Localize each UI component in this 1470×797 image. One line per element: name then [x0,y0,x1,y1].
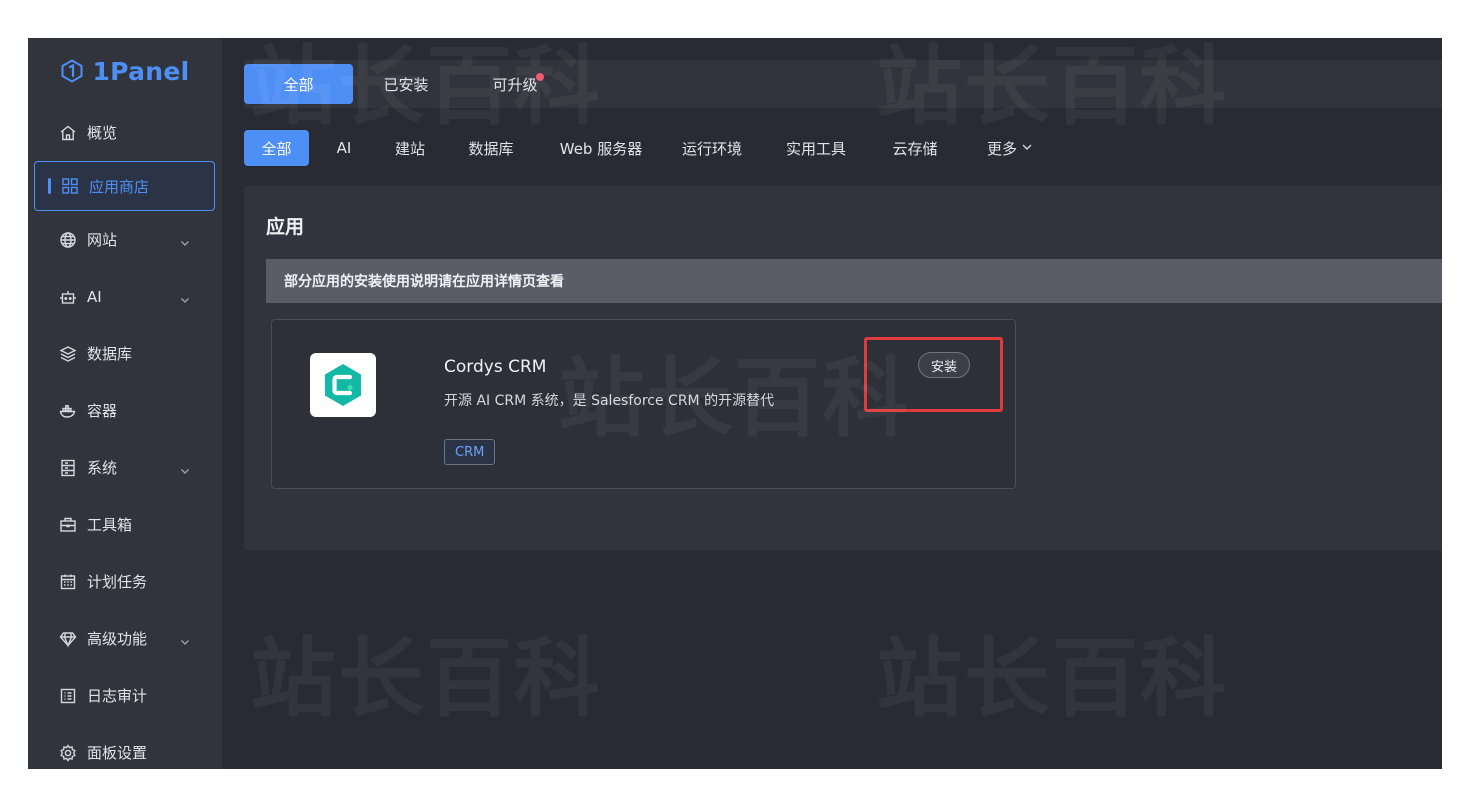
sidebar-item-ai[interactable]: AI [28,268,222,325]
brand-name: 1Panel [92,56,190,86]
chevron-down-icon [1017,139,1033,157]
top-tab-bar: 全部 已安装 可升级 [244,60,1442,108]
sidebar-item-label: 网站 [87,231,118,249]
category-storage[interactable]: 云存储 [880,130,950,166]
category-web-server[interactable]: Web 服务器 [546,130,656,166]
sidebar-item-settings[interactable]: 面板设置 [28,724,222,769]
category-label: Web 服务器 [559,139,643,158]
docker-icon [59,402,77,420]
sidebar-item-label: 面板设置 [87,744,148,762]
category-ai[interactable]: AI [324,130,364,166]
active-indicator [48,178,51,194]
sidebar-item-label: 数据库 [87,345,133,363]
log-icon [59,687,77,705]
sidebar-item-overview[interactable]: 概览 [28,104,222,161]
sidebar-item-app-store[interactable]: 应用商店 [34,161,215,211]
app-tag: CRM [444,439,496,465]
chevron-down-icon [180,291,190,303]
diamond-icon [59,630,77,648]
sidebar-item-label: 容器 [87,402,118,420]
highlight-box [864,337,1003,412]
app-card[interactable]: Cordys CRM 开源 AI CRM 系统，是 Salesforce CRM… [271,319,1016,489]
sidebar-item-label: 高级功能 [87,630,148,648]
sidebar-item-label: AI [87,287,102,306]
category-label: 实用工具 [785,139,846,158]
category-tools[interactable]: 实用工具 [778,130,854,166]
logo[interactable]: 1Panel [28,38,222,104]
layers-icon [59,345,77,363]
category-database[interactable]: 数据库 [456,130,526,166]
sidebar-item-label: 工具箱 [87,516,133,534]
category-all[interactable]: 全部 [244,130,309,166]
sidebar-item-label: 日志审计 [87,687,148,705]
sidebar-item-toolbox[interactable]: 工具箱 [28,496,222,553]
server-icon [59,459,77,477]
category-label: 数据库 [468,139,514,158]
category-label: 运行环境 [681,139,742,158]
sidebar-item-advanced[interactable]: 高级功能 [28,610,222,667]
tab-label: 全部 [283,75,314,94]
cordys-logo-icon [310,353,376,417]
sidebar-item-label: 系统 [87,459,118,477]
sidebar-item-website[interactable]: 网站 [28,211,222,268]
category-label: 云存储 [892,139,938,158]
app-window: 1Panel 概览 应用商店 网站 AI 数据库 容器 系统 工具箱 计划任务 … [28,38,1442,769]
category-filter-bar: 全部 AI 建站 数据库 Web 服务器 运行环境 实用工具 云存储 更多 [244,130,1442,166]
toolbox-icon [59,516,77,534]
category-label: AI [336,139,352,157]
grid-icon [61,177,79,195]
category-website[interactable]: 建站 [382,130,438,166]
sidebar-item-label: 计划任务 [87,573,148,591]
category-more-dropdown[interactable]: 更多 [972,130,1048,166]
tab-label: 已安装 [383,75,429,94]
tab-upgradable[interactable]: 可升级 [470,64,560,104]
tab-all[interactable]: 全部 [244,64,353,104]
settings-icon [59,743,77,762]
sidebar-nav: 概览 应用商店 网站 AI 数据库 容器 系统 工具箱 计划任务 高级功能 日志… [28,104,222,769]
sidebar-item-container[interactable]: 容器 [28,382,222,439]
notice-banner: 部分应用的安装使用说明请在应用详情页查看 [266,259,1442,303]
update-badge [536,73,544,81]
chevron-down-icon [180,234,190,246]
main-content: 全部 已安装 可升级 全部 AI 建站 数据库 Web 服务器 运行环境 实用工… [222,38,1442,769]
tab-installed[interactable]: 已安装 [361,64,451,104]
sidebar-item-system[interactable]: 系统 [28,439,222,496]
sidebar-item-database[interactable]: 数据库 [28,325,222,382]
panel-title: 应用 [266,216,305,238]
sidebar-item-cronjob[interactable]: 计划任务 [28,553,222,610]
app-description: 开源 AI CRM 系统，是 Salesforce CRM 的开源替代 [444,393,775,409]
category-label: 建站 [394,139,425,158]
sidebar-item-label: 应用商店 [89,177,150,196]
robot-icon [59,288,77,306]
home-icon [59,124,77,142]
app-list-panel: 应用 部分应用的安装使用说明请在应用详情页查看 Cordys CRM 开源 AI… [244,186,1442,550]
category-label: 更多 [986,139,1017,158]
sidebar: 1Panel 概览 应用商店 网站 AI 数据库 容器 系统 工具箱 计划任务 … [28,38,222,769]
1panel-logo-icon [61,59,83,83]
calendar-icon [59,573,77,591]
tab-label: 可升级 [492,75,538,94]
globe-icon [59,231,77,249]
category-label: 全部 [261,139,292,158]
chevron-down-icon [180,462,190,474]
sidebar-item-label: 概览 [87,124,118,142]
sidebar-item-log-audit[interactable]: 日志审计 [28,667,222,724]
app-name[interactable]: Cordys CRM [444,357,546,377]
chevron-down-icon [180,633,190,645]
category-runtime[interactable]: 运行环境 [674,130,750,166]
